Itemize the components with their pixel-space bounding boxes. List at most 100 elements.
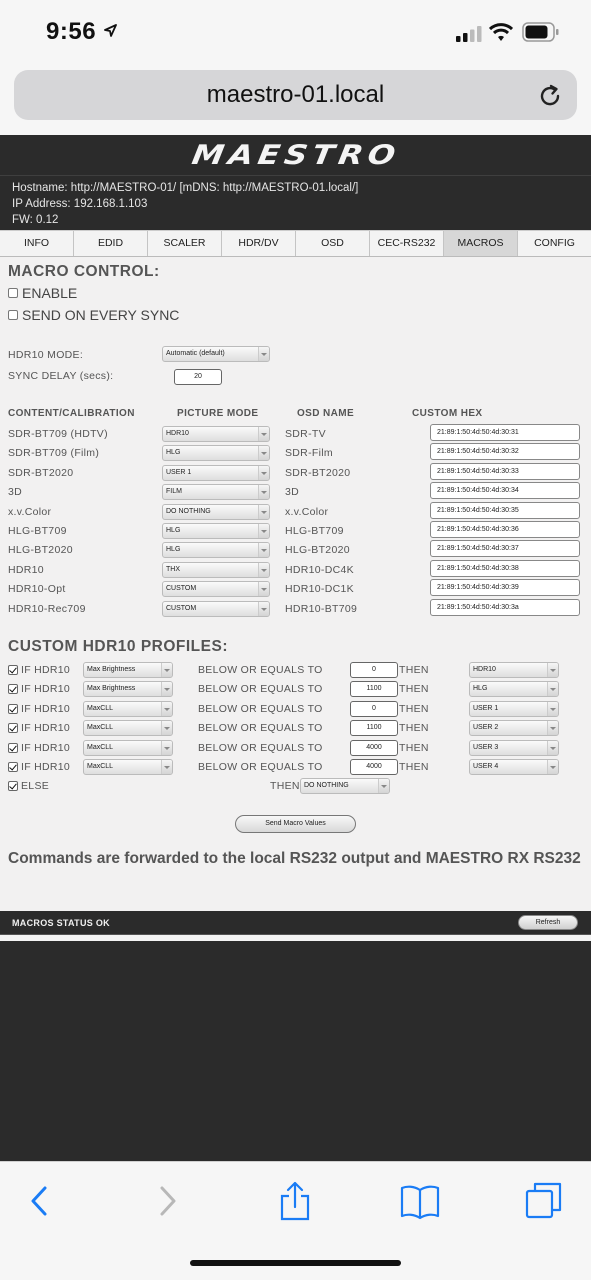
profile-checkbox[interactable]: [8, 703, 18, 714]
condition-label: BELOW OR EQUALS TO: [198, 722, 323, 735]
threshold-input[interactable]: 0: [350, 662, 398, 678]
threshold-input[interactable]: 1100: [350, 720, 398, 737]
picture-mode-select[interactable]: HLG: [162, 542, 270, 559]
custom-hex-input[interactable]: 21:89:1:50:4d:50:4d:30:37: [430, 540, 580, 558]
result-mode-select[interactable]: USER 3: [469, 739, 559, 756]
picture-mode-select[interactable]: THX: [162, 561, 270, 578]
else-checkbox[interactable]: [8, 781, 18, 791]
metric-select[interactable]: MaxCLL: [83, 739, 173, 756]
picture-mode-select[interactable]: DO NOTHING: [162, 503, 270, 520]
col-header-content: CONTENT/CALIBRATION: [8, 408, 135, 419]
custom-hex-input[interactable]: 21:89:1:50:4d:50:4d:30:38: [430, 559, 580, 577]
profile-checkbox[interactable]: [8, 684, 18, 695]
tab-config[interactable]: CONFIG: [518, 231, 591, 256]
enable-label: ENABLE: [22, 285, 78, 301]
metric-value: MaxCLL: [87, 763, 114, 770]
profile-checkbox[interactable]: [8, 723, 18, 734]
picture-mode-value: CUSTOM: [166, 604, 197, 612]
chevron-down-icon: [164, 669, 170, 672]
picture-mode-select[interactable]: CUSTOM: [162, 581, 270, 598]
threshold-input[interactable]: 4000: [350, 759, 398, 775]
content-label: SDR-BT709 (HDTV): [8, 428, 108, 440]
result-mode-select[interactable]: USER 2: [469, 720, 559, 737]
custom-hex-input[interactable]: 21:89:1:50:4d:50:4d:30:39: [430, 579, 580, 597]
chevron-left-icon[interactable]: [27, 1180, 51, 1222]
custom-hex-input[interactable]: 21:89:1:50:4d:50:4d:30:32: [430, 443, 580, 461]
picture-mode-select[interactable]: USER 1: [162, 464, 270, 481]
picture-mode-select[interactable]: HDR10: [162, 426, 270, 442]
custom-hex-input[interactable]: 21:89:1:50:4d:50:4d:30:35: [430, 501, 580, 519]
custom-hex-input[interactable]: 21:89:1:50:4d:50:4d:30:34: [430, 482, 580, 500]
metric-value: Max Brightness: [87, 685, 136, 693]
profile-checkbox[interactable]: [8, 762, 18, 772]
browser-toolbar: [0, 1161, 591, 1280]
tab-macros[interactable]: MACROS: [444, 231, 518, 256]
book-icon[interactable]: [400, 1180, 440, 1222]
chevron-down-icon: [261, 491, 267, 495]
tab-info[interactable]: INFO: [0, 231, 74, 256]
custom-hex-input[interactable]: 21:89:1:50:4d:50:4d:30:3a: [430, 598, 580, 616]
chevron-down-icon: [164, 766, 170, 769]
send-macro-values-button[interactable]: Send Macro Values: [235, 815, 356, 833]
metric-select[interactable]: MaxCLL: [83, 720, 173, 737]
custom-hex-input[interactable]: 21:89:1:50:4d:50:4d:30:33: [430, 462, 580, 480]
content-label: 3D: [8, 486, 23, 499]
threshold-input[interactable]: 0: [350, 700, 398, 717]
sync-delay-input[interactable]: 20: [174, 369, 222, 385]
profile-checkbox[interactable]: [8, 665, 18, 675]
tab-hdr-dv[interactable]: HDR/DV: [222, 231, 296, 256]
metric-select[interactable]: Max Brightness: [83, 662, 173, 678]
profile-checkbox[interactable]: [8, 742, 18, 753]
send-on-sync-checkbox[interactable]: [8, 310, 18, 320]
chevron-down-icon: [550, 727, 556, 731]
result-mode-select[interactable]: HDR10: [469, 662, 559, 678]
address-bar[interactable]: maestro-01.local: [14, 70, 577, 120]
enable-checkbox[interactable]: [8, 288, 18, 298]
tab-scaler[interactable]: SCALER: [148, 231, 222, 256]
result-mode-value: USER 4: [473, 763, 499, 770]
result-mode-value: USER 2: [473, 724, 499, 732]
metric-select[interactable]: MaxCLL: [83, 759, 173, 775]
metric-select[interactable]: Max Brightness: [83, 681, 173, 698]
picture-mode-value: DO NOTHING: [166, 507, 211, 515]
picture-mode-select[interactable]: CUSTOM: [162, 600, 270, 617]
status-time: 9:56: [46, 18, 97, 45]
col-header-picture-mode: PICTURE MODE: [177, 408, 259, 419]
else-action-select[interactable]: DO NOTHING: [300, 778, 390, 794]
picture-mode-value: CUSTOM: [166, 585, 197, 593]
picture-mode-select[interactable]: FILM: [162, 484, 270, 501]
hdr10-mode-label: HDR10 MODE:: [8, 349, 84, 361]
if-hdr10-label: IF HDR10: [21, 702, 71, 715]
custom-hex-input[interactable]: 21:89:1:50:4d:50:4d:30:36: [430, 521, 580, 538]
tabs-icon[interactable]: [525, 1180, 563, 1222]
tab-cec-rs232[interactable]: CEC-RS232: [370, 231, 444, 256]
url-text[interactable]: maestro-01.local: [14, 81, 577, 109]
picture-mode-select[interactable]: HLG: [162, 445, 270, 462]
share-icon[interactable]: [279, 1180, 311, 1222]
result-mode-select[interactable]: USER 4: [469, 759, 559, 775]
if-hdr10-label: IF HDR10: [21, 761, 71, 773]
picture-mode-select[interactable]: HLG: [162, 523, 270, 539]
tab-osd[interactable]: OSD: [296, 231, 370, 256]
reload-icon[interactable]: [537, 83, 563, 109]
picture-mode-value: HLG: [166, 527, 181, 534]
tab-edid[interactable]: EDID: [74, 231, 148, 256]
threshold-input[interactable]: 4000: [350, 739, 398, 756]
hdr10-mode-select[interactable]: Automatic (default): [162, 346, 270, 362]
chevron-down-icon: [550, 746, 556, 750]
chevron-right-icon[interactable]: [156, 1180, 180, 1222]
content-label: HDR10-Rec709: [8, 602, 86, 615]
content-label: HDR10: [8, 563, 44, 576]
ip-address-text: IP Address: 192.168.1.103: [12, 198, 148, 210]
metric-select[interactable]: MaxCLL: [83, 700, 173, 717]
enable-row: ENABLE: [8, 285, 77, 301]
chevron-down-icon: [164, 707, 170, 711]
result-mode-select[interactable]: HLG: [469, 681, 559, 698]
refresh-button[interactable]: Refresh: [518, 915, 578, 930]
osd-name-text: SDR-BT2020: [285, 466, 351, 479]
chevron-down-icon: [381, 785, 387, 788]
threshold-input[interactable]: 1100: [350, 681, 398, 698]
result-mode-select[interactable]: USER 1: [469, 700, 559, 717]
custom-hex-input[interactable]: 21:89:1:50:4d:50:4d:30:31: [430, 424, 580, 441]
forwarding-note: Commands are forwarded to the local RS23…: [8, 850, 581, 867]
